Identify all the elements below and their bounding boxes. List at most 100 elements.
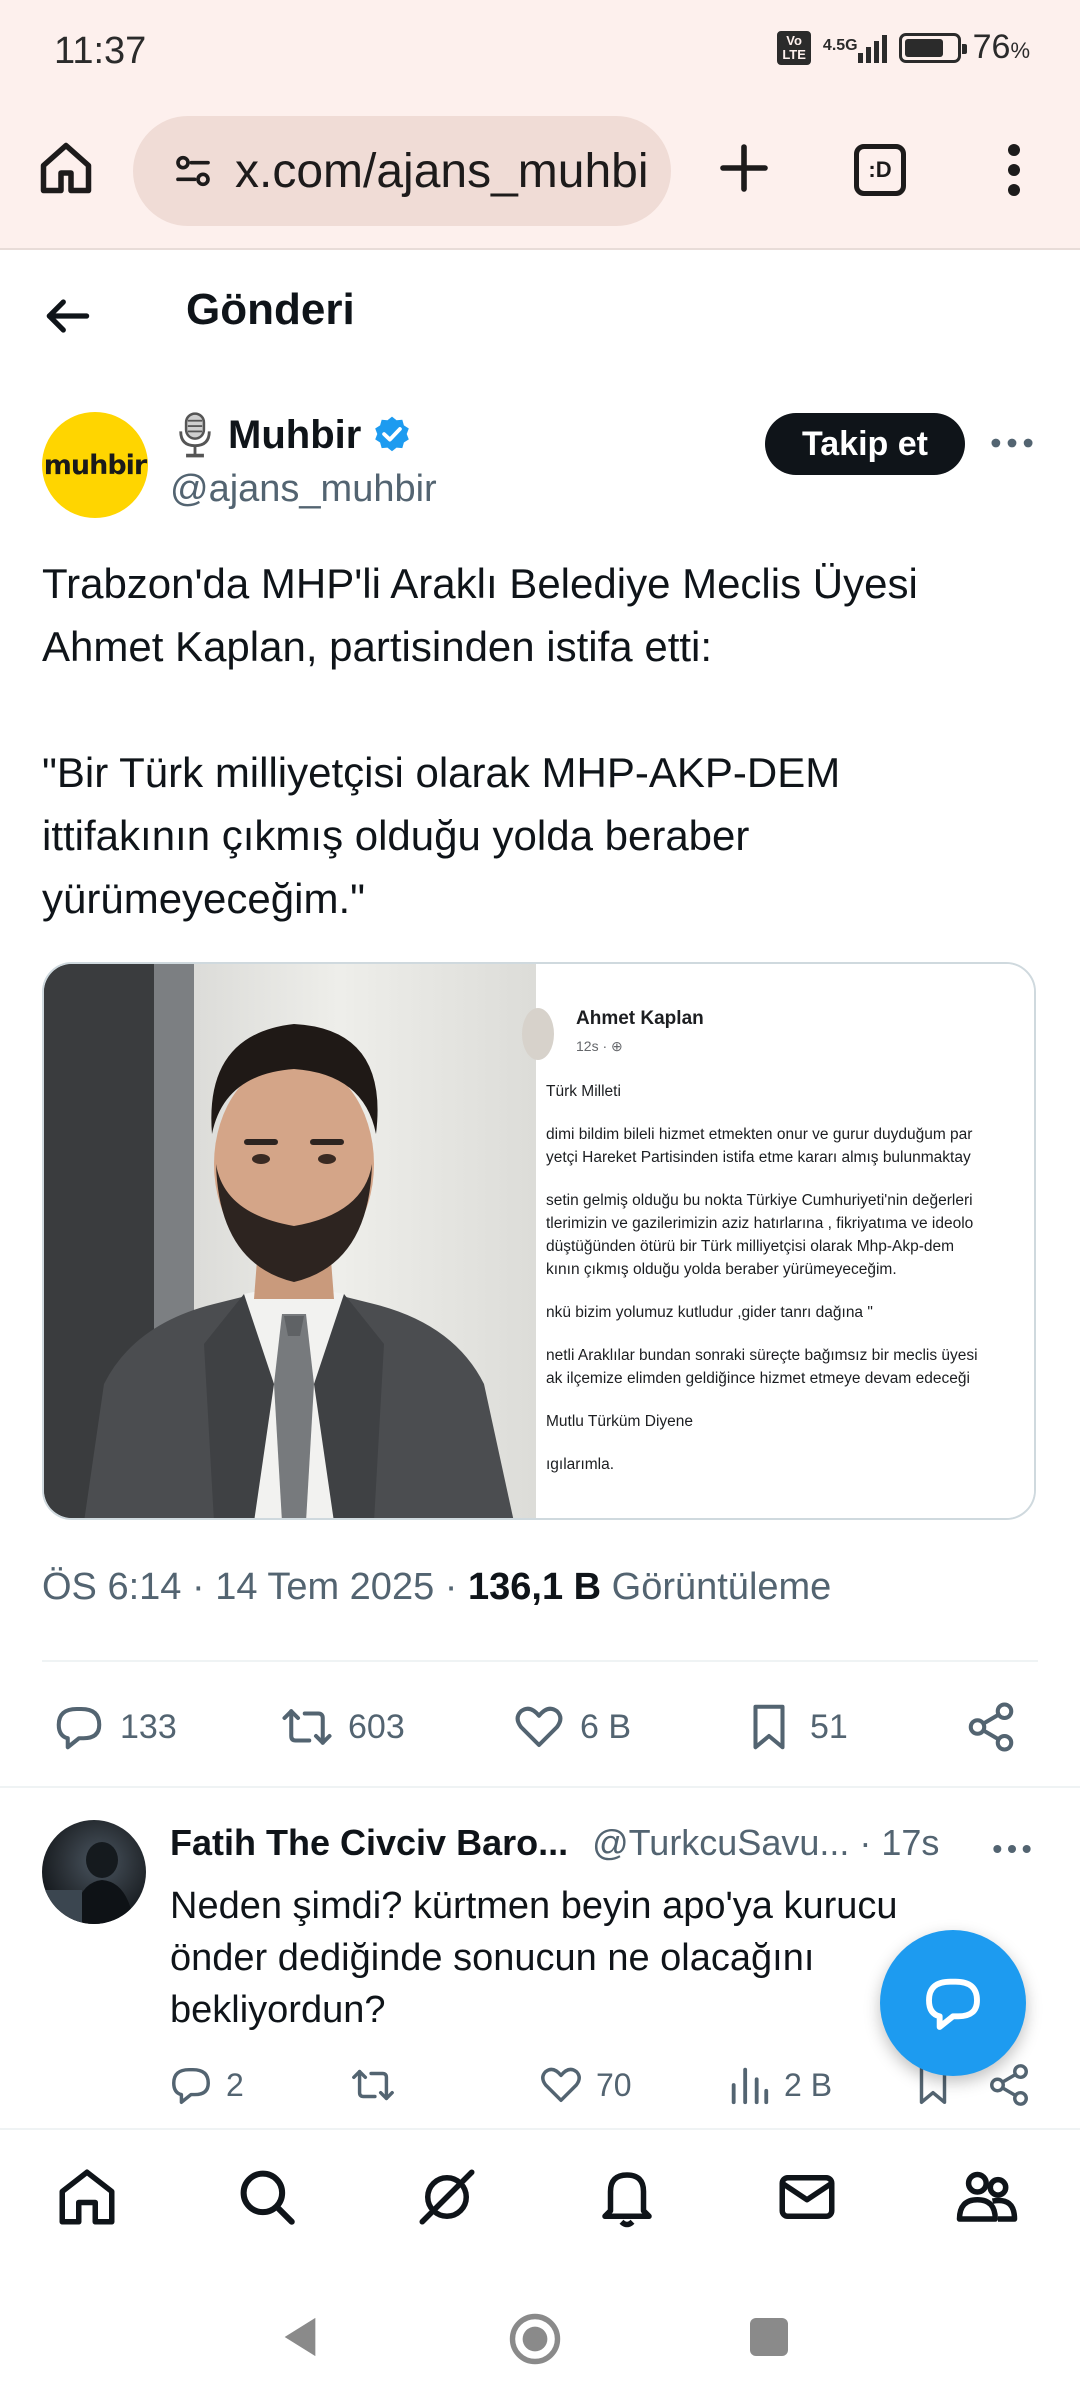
reply-reply-button[interactable]: 2	[168, 2062, 244, 2108]
site-settings-icon[interactable]	[173, 151, 213, 191]
repost-count: 603	[348, 1707, 405, 1746]
post-line: dimi bildim bileli hizmet etmekten onur …	[546, 1126, 973, 1143]
bookmark-icon	[753, 1704, 785, 1750]
browser-chrome: 11:37 Vo LTE 4.5G 76% x.com/ajans_muhbi :…	[0, 0, 1080, 250]
author-name[interactable]: Muhbir	[228, 413, 361, 458]
post-line	[546, 1324, 1034, 1344]
share-icon	[990, 2064, 1028, 2106]
reply-header: Fatih The Civciv Baro... @TurkcuSavu... …	[170, 1822, 1040, 1864]
reply-icon	[56, 1706, 102, 1750]
post-author-name: Ahmet Kaplan	[576, 1008, 704, 1029]
search-icon[interactable]	[234, 2164, 300, 2230]
post-line	[546, 1103, 1034, 1123]
repost-button[interactable]: 603	[280, 1700, 405, 1754]
tweet-timestamp[interactable]: ÖS 6:14 · 14 Tem 2025 ·	[42, 1566, 468, 1608]
post-line	[546, 1169, 1034, 1189]
home-nav-icon[interactable]	[54, 2164, 120, 2230]
browser-menu-icon[interactable]	[996, 140, 1032, 200]
back-arrow-icon[interactable]	[40, 288, 96, 344]
home-icon[interactable]	[36, 138, 96, 198]
reply-like-button[interactable]: 70	[538, 2062, 632, 2108]
heart-icon	[541, 2067, 581, 2103]
post-line	[546, 1281, 1034, 1301]
post-line: Türk Milleti	[546, 1083, 621, 1100]
post-line: setin gelmiş olduğu bu nokta Türkiye Cum…	[546, 1192, 973, 1209]
url-text[interactable]: x.com/ajans_muhbi	[235, 144, 649, 199]
divider	[42, 1660, 1038, 1662]
reply-views-button[interactable]: 2 B	[726, 2062, 832, 2108]
follow-button[interactable]: Takip et	[765, 413, 965, 475]
repost-icon	[352, 2069, 394, 2101]
communities-icon[interactable]	[954, 2164, 1020, 2230]
tweet-meta: ÖS 6:14 · 14 Tem 2025 · 136,1 B Görüntül…	[42, 1566, 831, 1609]
more-options-icon[interactable]	[990, 428, 1034, 458]
analytics-icon	[731, 2067, 769, 2105]
author-row[interactable]: Muhbir	[172, 410, 413, 460]
url-bar[interactable]: x.com/ajans_muhbi	[133, 116, 671, 226]
messages-envelope-icon[interactable]	[774, 2164, 840, 2230]
post-line	[546, 1390, 1034, 1410]
tweet-actions: 133 603 6 B 51	[52, 1700, 1042, 1760]
reply-share-button[interactable]	[986, 2062, 1032, 2108]
reply-author-name[interactable]: Fatih The Civciv Baro...	[170, 1822, 568, 1864]
signal-icon: 4.5G	[823, 33, 887, 63]
post-line: ak ilçemize elimden geldiğince hizmet et…	[546, 1370, 970, 1387]
tweet-line: yürümeyeceğim."	[42, 875, 366, 922]
system-recents-icon[interactable]	[750, 2318, 788, 2356]
reply-button[interactable]: 133	[52, 1700, 177, 1754]
avatar-logo-text: muhbir	[43, 449, 147, 481]
bookmark-button[interactable]: 51	[742, 1700, 848, 1754]
reply-reply-count: 2	[226, 2066, 244, 2103]
post-line: nkü bizim yolumuz kutludur ,gider tanrı …	[546, 1304, 873, 1321]
system-home-icon[interactable]	[508, 2312, 562, 2366]
views-label: Görüntüleme	[601, 1566, 832, 1608]
author-handle[interactable]: @ajans_muhbir	[170, 468, 437, 511]
post-time: 12s · ⊕	[576, 1038, 623, 1054]
author-avatar[interactable]: muhbir	[42, 412, 148, 518]
reply-actions: 2 70 2 B	[168, 2062, 1048, 2116]
status-icons: Vo LTE 4.5G 76%	[777, 28, 1030, 67]
tweet-text: Trabzon'da MHP'li Araklı Belediye Meclis…	[42, 552, 1042, 930]
reply-views-count: 2 B	[784, 2066, 833, 2103]
tab-switcher-button[interactable]: :D	[854, 144, 906, 196]
views-count: 136,1 B	[467, 1566, 602, 1608]
battery-icon	[898, 32, 967, 63]
compose-reply-button[interactable]	[880, 1930, 1026, 2076]
reply-repost-button[interactable]	[350, 2062, 396, 2108]
post-line	[546, 1433, 1034, 1453]
reply-more-options-icon[interactable]	[992, 1834, 1032, 1864]
post-line: tlerimizin ve gazilerimizin aziz hatırla…	[546, 1215, 974, 1232]
reply-text: Neden şimdi? kürtmen beyin apo'ya kurucu…	[170, 1885, 898, 2031]
post-line: Mutlu Türküm Diyene	[546, 1413, 694, 1430]
post-line: yetçi Hareket Partisinden istifa etme ka…	[546, 1149, 971, 1166]
post-avatar	[522, 1008, 554, 1060]
like-button[interactable]: 6 B	[512, 1700, 631, 1754]
post-line: düştüğünden ötürü bir Türk milliyetçisi …	[546, 1238, 955, 1255]
bookmark-count: 51	[810, 1707, 848, 1746]
new-tab-icon[interactable]	[716, 140, 772, 196]
system-back-icon[interactable]	[280, 2314, 320, 2360]
share-button[interactable]	[964, 1700, 1018, 1754]
tweet-line: Ahmet Kaplan, partisinden istifa etti:	[42, 623, 713, 670]
post-line: ıgılarımla.	[546, 1456, 615, 1473]
verified-badge-icon	[375, 416, 410, 452]
reply-handle-time[interactable]: @TurkcuSavu... · 17s	[592, 1822, 939, 1864]
tweet-media[interactable]: Ahmet Kaplan 12s · ⊕ Türk Milleti dimi b…	[42, 962, 1036, 1520]
facebook-post-screenshot[interactable]: Ahmet Kaplan 12s · ⊕ Türk Milleti dimi b…	[522, 964, 1034, 1518]
reply-like-count: 70	[596, 2066, 632, 2103]
reply-avatar-image	[42, 1842, 134, 1924]
reply-icon	[172, 2067, 210, 2104]
grok-icon[interactable]	[414, 2164, 480, 2230]
chat-bubble-icon	[926, 1978, 980, 2030]
reply-count: 133	[120, 1707, 177, 1746]
like-count: 6 B	[580, 1707, 632, 1746]
share-icon	[968, 1702, 1014, 1752]
tweet-line	[42, 678, 1042, 741]
reply-avatar[interactable]	[42, 1820, 146, 1924]
notifications-bell-icon[interactable]	[594, 2164, 660, 2230]
post-line: netli Araklılar bundan sonraki süreçte b…	[546, 1347, 978, 1364]
man-portrait-image	[44, 964, 514, 1518]
page-title: Gönderi	[186, 285, 355, 334]
tweet-line: "Bir Türk milliyetçisi olarak MHP-AKP-DE…	[42, 749, 841, 796]
portrait-photo[interactable]	[44, 964, 536, 1518]
